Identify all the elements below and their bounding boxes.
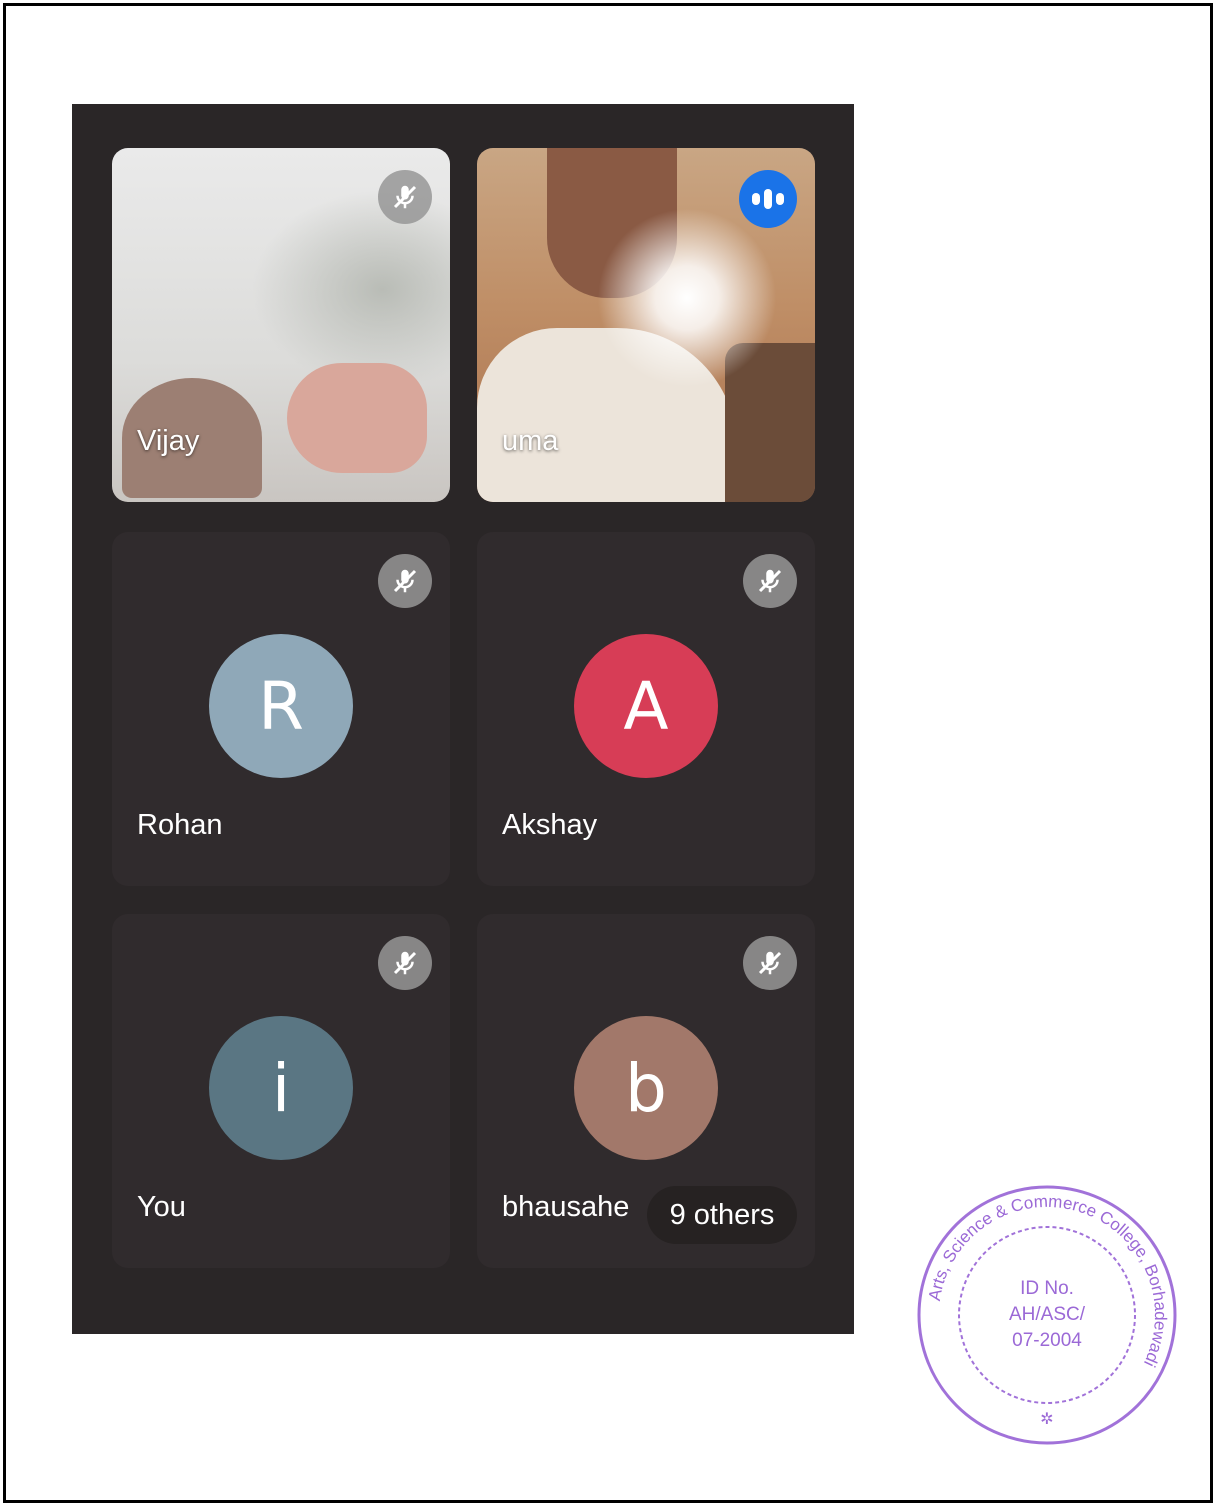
participant-tile-uma[interactable]: uma	[477, 148, 815, 502]
avatar: b	[574, 1016, 718, 1160]
mic-off-glyph	[393, 569, 417, 593]
video-light-glare	[597, 208, 777, 388]
mic-off-icon	[378, 936, 432, 990]
mic-off-icon	[743, 936, 797, 990]
participant-name: You	[137, 1191, 186, 1223]
participant-name: Akshay	[502, 809, 598, 841]
participant-name: Rohan	[137, 809, 223, 841]
avatar: A	[574, 634, 718, 778]
participant-tile-vijay[interactable]: Vijay	[112, 148, 450, 502]
svg-text:AH/ASC/: AH/ASC/	[1009, 1304, 1086, 1325]
svg-text:07-2004: 07-2004	[1012, 1330, 1082, 1351]
avatar: i	[209, 1016, 353, 1160]
mic-off-icon	[378, 554, 432, 608]
svg-text:✲: ✲	[1040, 1411, 1053, 1428]
mic-off-glyph	[758, 951, 782, 975]
svg-text:ID No.: ID No.	[1020, 1278, 1074, 1299]
audio-level-icon	[739, 170, 797, 228]
participant-tile-you[interactable]: i You	[112, 914, 450, 1268]
participant-name: uma	[502, 425, 559, 457]
mic-off-glyph	[393, 951, 417, 975]
mic-off-glyph	[758, 569, 782, 593]
participant-tile-bhausahe[interactable]: b bhausahe 9 others	[477, 914, 815, 1268]
mic-off-icon	[743, 554, 797, 608]
others-count-button[interactable]: 9 others	[647, 1186, 797, 1244]
participant-name: Vijay	[137, 425, 200, 457]
participant-name: bhausahe	[502, 1191, 630, 1223]
participant-tile-rohan[interactable]: R Rohan	[112, 532, 450, 886]
meeting-grid: Vijay uma R Rohan A Akshay i You b bhaus…	[72, 104, 854, 1334]
video-person-hand	[287, 363, 427, 473]
participant-tile-akshay[interactable]: A Akshay	[477, 532, 815, 886]
institution-stamp: Arts, Science & Commerce College, Borhad…	[917, 1185, 1177, 1445]
mic-off-icon	[378, 170, 432, 224]
avatar: R	[209, 634, 353, 778]
mic-off-glyph	[393, 185, 417, 209]
